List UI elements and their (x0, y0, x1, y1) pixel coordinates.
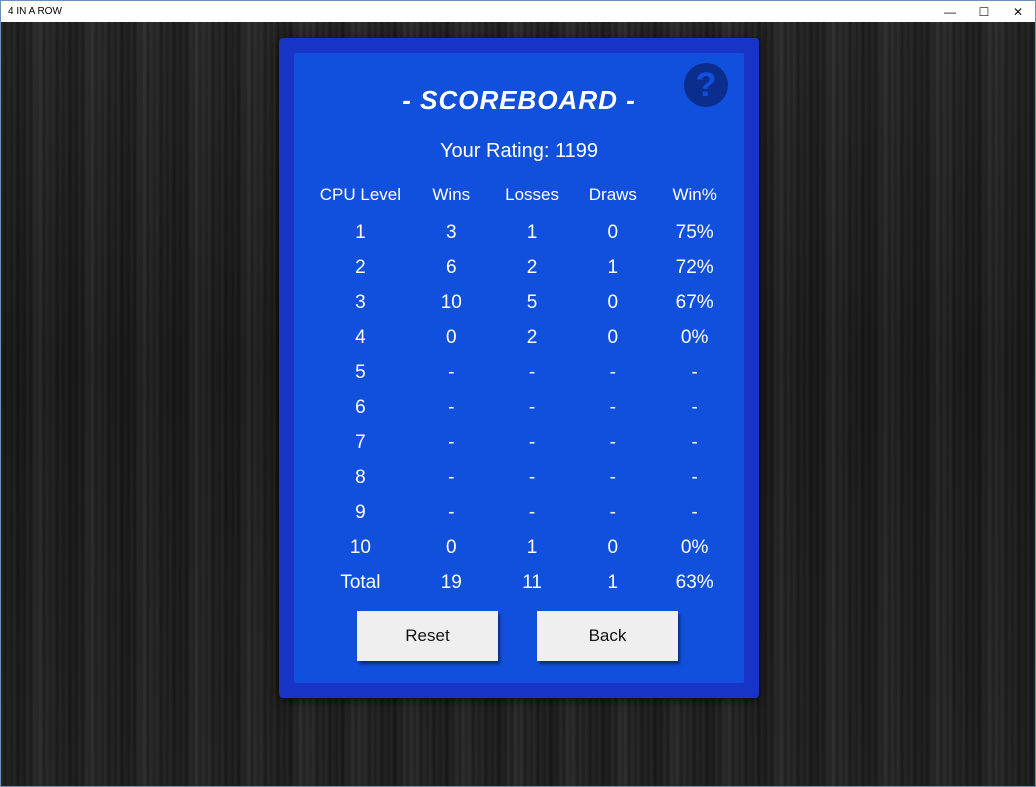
cell-draws: 1 (607, 571, 619, 593)
cell-cpu-level: 4 (355, 326, 366, 348)
column-header-wins: Wins (432, 185, 471, 204)
back-button[interactable]: Back (537, 611, 678, 661)
cell-wins: 0 (445, 536, 457, 558)
table-row: Total 19 11 1 63% (318, 565, 728, 600)
column-header-losses: Losses (505, 185, 559, 204)
scoreboard-panel: - SCOREBOARD - ? Your Rating: 1199 CPU L… (279, 38, 759, 698)
window-controls: — ☐ ✕ (933, 1, 1035, 22)
cell-win-pct: - (691, 501, 698, 523)
cell-cpu-level: 8 (355, 466, 366, 488)
cell-losses: 1 (526, 536, 538, 558)
cell-wins: 3 (445, 221, 457, 243)
column-header-draws: Draws (588, 185, 637, 204)
maximize-button[interactable]: ☐ (967, 1, 1001, 22)
cell-draws: - (609, 501, 616, 523)
scoreboard-title: - SCOREBOARD - (402, 85, 636, 115)
table-row: 5 - - - - (318, 355, 728, 390)
minimize-icon: — (944, 4, 956, 19)
cell-losses: 2 (526, 256, 538, 278)
cell-cpu-level: 10 (349, 536, 371, 558)
column-header-win-pct: Win% (672, 185, 717, 204)
cell-draws: 0 (607, 326, 619, 348)
cell-win-pct: 63% (675, 571, 714, 593)
cell-cpu-level: 1 (355, 221, 366, 243)
cell-draws: - (609, 466, 616, 488)
help-icon: ? (695, 66, 717, 104)
cell-draws: 0 (607, 291, 619, 313)
cell-losses: 2 (526, 326, 538, 348)
table-row: 10 0 1 0 0% (318, 530, 728, 565)
cell-draws: 0 (607, 221, 619, 243)
cell-wins: 10 (440, 291, 462, 313)
cell-win-pct: 0% (680, 536, 709, 558)
cell-draws: - (609, 396, 616, 418)
app-title: 4 IN A ROW (8, 6, 62, 17)
cell-wins: - (448, 501, 455, 523)
stats-table-body: 1 3 1 0 75% 2 6 2 1 72% 3 10 5 0 67% 4 0 2 0 0% 5- - - -6- - - -7-… (318, 215, 728, 600)
cell-wins: - (448, 431, 455, 453)
cell-losses: 1 (526, 221, 538, 243)
cell-win-pct: 75% (675, 221, 714, 243)
cell-win-pct: - (691, 396, 698, 418)
cell-cpu-level: Total (340, 571, 381, 593)
cell-losses: - (528, 361, 536, 383)
cell-losses: - (528, 501, 536, 523)
help-button[interactable]: ? (684, 63, 728, 107)
cell-win-pct: - (691, 361, 698, 383)
reset-button[interactable]: Reset (357, 611, 498, 661)
scoreboard-panel-inner: - SCOREBOARD - ? Your Rating: 1199 CPU L… (294, 53, 744, 683)
table-row: 4 0 2 0 0% (318, 320, 728, 355)
wood-background: - SCOREBOARD - ? Your Rating: 1199 CPU L… (1, 22, 1035, 786)
cell-win-pct: 67% (675, 291, 714, 313)
cell-win-pct: 0% (680, 326, 709, 348)
cell-wins: - (448, 466, 455, 488)
table-row: 7 - - - - (318, 425, 728, 460)
cell-cpu-level: 5 (355, 361, 366, 383)
cell-draws: 0 (607, 536, 619, 558)
close-button[interactable]: ✕ (1001, 1, 1035, 22)
table-row: 6 - - - - (318, 390, 728, 425)
minimize-button[interactable]: — (933, 1, 967, 22)
cell-losses: - (528, 396, 536, 418)
maximize-icon: ☐ (978, 4, 990, 19)
title-bar: 4 IN A ROW — ☐ ✕ (1, 1, 1035, 22)
table-header-row: CPU Level Wins Losses Draws Win% (318, 175, 728, 215)
table-row: 1 3 1 0 75% (318, 215, 728, 250)
table-row: 2 6 2 1 72% (318, 250, 728, 285)
cell-wins: 6 (445, 256, 457, 278)
cell-cpu-level: 9 (355, 501, 366, 523)
table-row: 9 - - - - (318, 495, 728, 530)
cell-draws: - (609, 361, 616, 383)
cell-cpu-level: 3 (355, 291, 366, 313)
table-row: 3 10 5 0 67% (318, 285, 728, 320)
stats-table: CPU Level Wins Losses Draws Win% 1 3 1 0 75%… (318, 175, 728, 600)
cell-cpu-level: 6 (355, 396, 366, 418)
cell-wins: 0 (445, 326, 457, 348)
cell-wins: - (448, 396, 455, 418)
cell-win-pct: - (691, 466, 698, 488)
cell-win-pct: - (691, 431, 698, 453)
cell-cpu-level: 2 (355, 256, 366, 278)
cell-wins: - (448, 361, 455, 383)
column-header-cpu-level: CPU Level (319, 185, 402, 204)
app-window: 4 IN A ROW — ☐ ✕ - SCOREBOARD - ? Your R… (0, 0, 1036, 787)
your-rating: Your Rating: 1199 (440, 140, 598, 162)
table-row: 8 - - - - (318, 460, 728, 495)
cell-losses: - (528, 431, 536, 453)
close-icon: ✕ (1012, 4, 1024, 19)
cell-losses: - (528, 466, 536, 488)
cell-draws: 1 (607, 256, 619, 278)
cell-losses: 5 (526, 291, 538, 313)
cell-wins: 19 (440, 571, 462, 593)
cell-draws: - (609, 431, 616, 453)
cell-win-pct: 72% (675, 256, 714, 278)
cell-cpu-level: 7 (355, 431, 366, 453)
cell-losses: 11 (522, 571, 542, 593)
